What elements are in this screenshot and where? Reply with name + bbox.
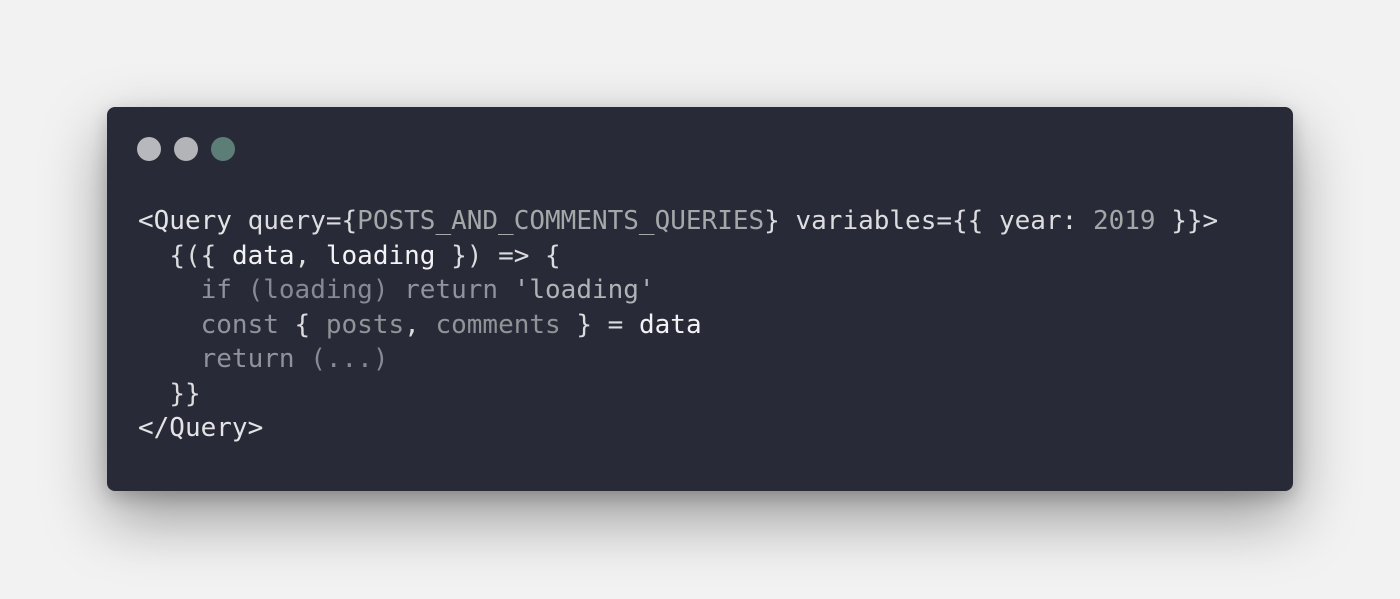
code-token: { <box>278 309 326 340</box>
code-token: }} <box>169 378 201 409</box>
code-line: {({ data, loading }) => { <box>138 239 1218 274</box>
code-token: if <box>200 275 232 305</box>
code-token: data <box>638 309 702 340</box>
code-token: return <box>200 344 295 374</box>
code-token: } <box>764 206 796 236</box>
code-token: }}> <box>1155 206 1219 236</box>
code-token: (loading) <box>231 275 405 305</box>
close-button[interactable] <box>137 137 161 161</box>
code-token: return <box>404 275 499 305</box>
code-token: const <box>200 309 279 340</box>
code-token: {({ <box>169 240 232 271</box>
minimize-button[interactable] <box>174 137 198 161</box>
code-token: ={ <box>325 206 358 236</box>
code-token: posts <box>325 309 405 340</box>
code-token: data <box>231 240 295 271</box>
code-line: if (loading) return 'loading' <box>138 273 1218 308</box>
code-token: , <box>404 309 436 340</box>
code-line: </Query> <box>138 411 1218 446</box>
code-token: variables <box>795 206 937 236</box>
code-token: , <box>294 240 326 271</box>
code-line: }} <box>138 377 1218 412</box>
window-controls <box>137 137 235 161</box>
code-line: return (...) <box>138 342 1218 377</box>
code-token: ={{ <box>936 206 999 236</box>
code-token: year <box>999 206 1062 236</box>
code-token: query <box>247 206 326 236</box>
code-token: POSTS_AND_COMMENTS_QUERIES <box>357 206 765 236</box>
code-token: <Query <box>138 206 232 236</box>
code-window: <Query query={POSTS_AND_COMMENTS_QUERIES… <box>107 107 1293 491</box>
zoom-button[interactable] <box>211 137 235 161</box>
code-token: (...) <box>294 344 389 374</box>
code-token: comments <box>435 309 561 340</box>
code-token: </Query> <box>138 413 264 443</box>
code-token: }) => { <box>435 240 561 271</box>
code-line: const { posts, comments } = data <box>138 308 1218 343</box>
code-token: loading <box>325 240 436 271</box>
code-token: 'loading' <box>513 275 655 305</box>
code-token: 2019 <box>1092 206 1156 236</box>
code-token: } = <box>560 309 639 340</box>
code-block: <Query query={POSTS_AND_COMMENTS_QUERIES… <box>138 204 1218 446</box>
code-line: <Query query={POSTS_AND_COMMENTS_QUERIES… <box>138 204 1218 239</box>
code-token: : <box>1061 206 1093 236</box>
